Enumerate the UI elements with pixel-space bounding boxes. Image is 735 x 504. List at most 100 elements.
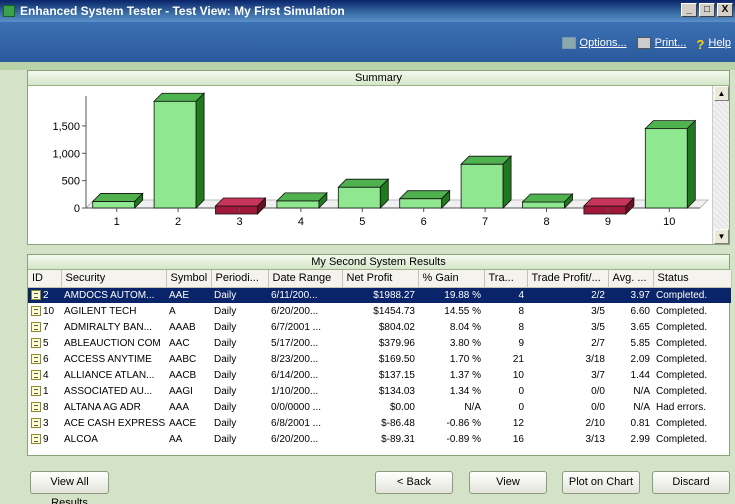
cell-symbol: AA — [169, 433, 183, 445]
bar — [399, 198, 443, 209]
cell-tp: 3/5 — [591, 321, 605, 333]
view-button[interactable]: View — [469, 471, 547, 494]
cell-tp: 3/13 — [585, 433, 605, 445]
cell-id-text: 7 — [43, 321, 49, 333]
cell-tp: 2/2 — [527, 287, 608, 303]
column-header[interactable]: Periodi... — [211, 270, 269, 288]
maximize-button[interactable]: □ — [699, 3, 715, 17]
plot-on-chart-button[interactable]: Plot on Chart — [562, 471, 640, 494]
table-row[interactable]: 3 ACE CASH EXPRESS AACE Daily 6/8/2001 ... $-… — [28, 415, 731, 431]
cell-status: Had errors. — [656, 401, 707, 413]
cell-symbol: AACB — [169, 369, 197, 381]
table-row[interactable]: 7 ADMIRALTY BAN... AAAB Daily 6/7/2001 ... $8… — [28, 319, 731, 335]
cell-status: Completed. — [656, 337, 708, 349]
table-row[interactable]: 4 ALLIANCE ATLAN... AACB Daily 6/14/200... $1… — [28, 367, 731, 383]
cell-period: Daily — [214, 321, 237, 333]
bar — [522, 201, 565, 209]
cell-avg: N/A — [633, 385, 650, 397]
scroll-down-button[interactable]: ▼ — [714, 229, 729, 244]
column-header[interactable]: % Gain — [418, 270, 485, 288]
cell-security: AMDOCS AUTOM... — [61, 287, 166, 303]
cell-id-text: 1 — [43, 385, 49, 397]
cell-id-text: 3 — [43, 417, 49, 429]
discard-button[interactable]: Discard — [652, 471, 730, 494]
column-header[interactable]: Date Range — [268, 270, 343, 288]
column-header[interactable]: Avg. ... — [608, 270, 654, 288]
cell-profit: $1988.27 — [342, 287, 418, 303]
cell-symbol: AABC — [169, 353, 197, 365]
bar — [583, 205, 627, 215]
bar-top — [460, 155, 513, 165]
cell-range: 0/0/0000 ... — [271, 401, 322, 413]
close-button[interactable]: X — [717, 3, 733, 17]
table-row[interactable]: 9 ALCOA AA Daily 6/20/200... $-89.31 -0.89 % 16… — [28, 431, 731, 447]
bar — [460, 163, 504, 209]
cell-id-text: 9 — [43, 433, 49, 445]
y-tick-label: 500 — [62, 176, 80, 188]
options-button[interactable]: Options... — [561, 37, 627, 49]
column-header[interactable]: Tra... — [484, 270, 528, 288]
cell-symbol: AAC — [169, 337, 190, 349]
table-row[interactable]: 5 ABLEAUCTION COM AAC Daily 5/17/200... $379.… — [28, 335, 731, 351]
summary-scrollbar[interactable]: ▲ ▼ — [712, 86, 729, 244]
result-icon — [31, 433, 41, 444]
cell-trades: 4 — [484, 287, 527, 303]
column-header[interactable]: Security — [61, 270, 167, 288]
column-header[interactable]: ID — [28, 270, 62, 288]
summary-panel: Summary 0 500 1,000 1,500 1 2 3 4 5 6 7 8 9 10 ▲ ▼ — [27, 70, 730, 245]
cell-tp: 2/10 — [585, 417, 605, 429]
print-button[interactable]: Print... — [636, 37, 687, 49]
cell-profit: $169.50 — [378, 353, 415, 365]
cell-status: Completed. — [656, 417, 708, 429]
cell-gain: 1.70 % — [449, 353, 481, 365]
cell-profit: $-89.31 — [381, 433, 415, 445]
column-header[interactable]: Symbol — [166, 270, 212, 288]
table-row[interactable]: 2 AMDOCS AUTOM... AAE Daily 6/11/200... $1988… — [28, 287, 731, 303]
results-panel: My Second System Results ID Security Symbo… — [27, 254, 732, 456]
cell-profit: $0.00 — [389, 401, 415, 413]
table-row[interactable]: 8 ALTANA AG ADR AAA Daily 0/0/0000 ... $0.00 N… — [28, 399, 731, 415]
result-icon — [31, 337, 41, 348]
bar — [644, 128, 688, 209]
x-tick-label: 1 — [114, 216, 120, 228]
cell-avg: 2.09 — [630, 353, 650, 365]
column-header[interactable]: Trade Profit/... — [527, 270, 609, 288]
cell-id: 8 — [28, 399, 61, 415]
cell-trades: 10 — [512, 369, 524, 381]
column-header[interactable]: Net Profit — [342, 270, 419, 288]
x-tick-label: 5 — [359, 216, 365, 228]
table-row[interactable]: 6 ACCESS ANYTIME AABC Daily 8/23/200... $169.… — [28, 351, 731, 367]
cell-id: 4 — [28, 367, 61, 383]
bar-side — [502, 155, 512, 209]
cell-avg: 6.60 — [630, 305, 650, 317]
cell-avg: N/A — [633, 401, 650, 413]
cell-security: ALTANA AG ADR — [64, 401, 141, 413]
cell-status: Completed. — [656, 433, 708, 445]
back-button[interactable]: < Back — [375, 471, 453, 494]
results-header: My Second System Results — [28, 255, 729, 270]
bar-top — [275, 192, 328, 202]
cell-profit: $379.96 — [378, 337, 415, 349]
bar-top — [521, 193, 574, 203]
cell-id: 3 — [28, 415, 61, 431]
cell-id: 10 — [28, 303, 61, 319]
table-row[interactable]: 10 AGILENT TECH A Daily 6/20/200... $1454.73 1… — [28, 303, 731, 319]
bar — [337, 186, 381, 209]
table-row[interactable]: 1 ASSOCIATED AU... AAGI Daily 1/10/200... $13… — [28, 383, 731, 399]
cell-status: Completed. — [656, 369, 708, 381]
toolbar: Options... Print... ? Help — [0, 22, 735, 62]
column-header[interactable]: Status — [653, 270, 732, 288]
view-all-results-button[interactable]: View All Results — [30, 471, 109, 504]
cell-id-text: 6 — [43, 353, 49, 365]
cell-profit: $804.02 — [378, 321, 415, 333]
print-label: Print... — [654, 37, 687, 49]
bar-top — [91, 193, 144, 202]
cell-symbol: AAE — [166, 287, 211, 303]
minimize-button[interactable]: _ — [681, 3, 697, 17]
cell-gain: N/A — [464, 401, 481, 413]
cell-gain: -0.89 % — [446, 433, 481, 445]
x-tick-label: 6 — [421, 216, 427, 228]
scroll-up-button[interactable]: ▲ — [714, 86, 729, 101]
help-button[interactable]: ? Help — [696, 37, 731, 52]
cell-range: 6/20/200... — [271, 433, 319, 445]
